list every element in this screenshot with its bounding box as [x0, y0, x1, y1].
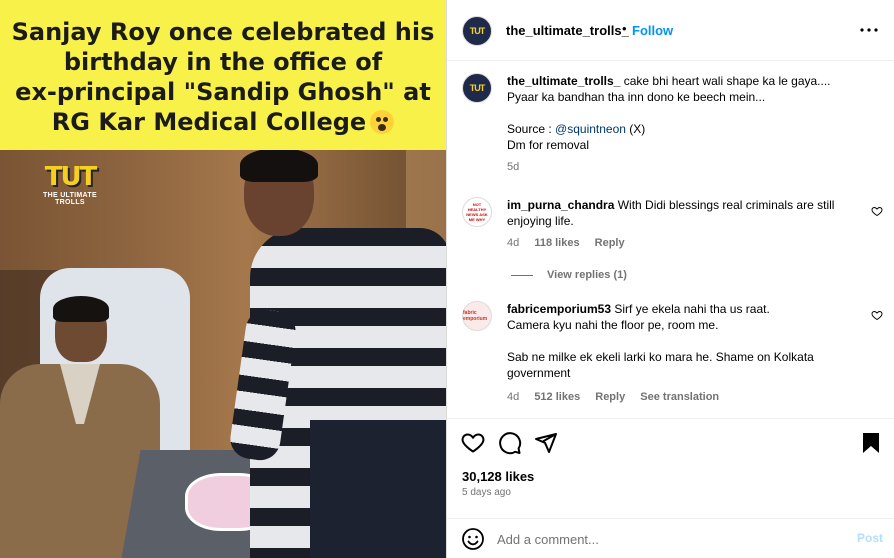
headline-line-2: birthday in the office of — [63, 48, 383, 76]
comment-text-line-2: Camera kyu nahi the floor pe, room me. — [507, 318, 719, 332]
comment-text-line-3: Sab ne milke ek ekeli larki ko mara he. … — [507, 350, 814, 380]
headline-line-3: ex-principal "Sandip Ghosh" at — [15, 78, 431, 106]
watermark-logo: TUT THE ULTIMATE TROLLS — [43, 162, 97, 206]
author-avatar[interactable]: TUT — [462, 16, 492, 46]
comment-username[interactable]: fabricemporium53 — [507, 302, 611, 316]
separator-dot: • — [622, 21, 627, 36]
add-comment-bar: Post — [447, 518, 894, 558]
scream-emoji-icon — [370, 110, 395, 134]
reply-button[interactable]: Reply — [595, 391, 625, 403]
source-handle-link[interactable]: @squintneon — [555, 122, 626, 136]
source-suffix: (X) — [629, 122, 646, 136]
like-heart-icon[interactable] — [461, 431, 485, 455]
see-translation-button[interactable]: See translation — [640, 391, 719, 403]
emoji-icon[interactable] — [461, 527, 485, 551]
like-comment-heart-icon[interactable] — [871, 309, 883, 321]
commenter-avatar[interactable]: NOT HEALTHY NEWS ASK ME WHY — [462, 197, 492, 227]
comment-username[interactable]: im_purna_chandra — [507, 198, 614, 212]
comment-bubble-icon[interactable] — [498, 431, 522, 455]
comment-likes[interactable]: 118 likes — [534, 237, 579, 249]
source-label: Source : — [507, 122, 552, 136]
headline-line-1: Sanjay Roy once celebrated his — [11, 18, 435, 46]
more-options-icon[interactable] — [857, 18, 881, 42]
comment-age[interactable]: 4d — [507, 391, 519, 403]
post-media[interactable]: Sanjay Roy once celebrated his birthday … — [0, 0, 446, 558]
post-date[interactable]: 5 days ago — [462, 487, 511, 498]
comment-text-line-1: Sirf ye ekela nahi tha us raat. — [614, 302, 770, 316]
post-photo: TUT THE ULTIMATE TROLLS — [0, 150, 446, 558]
reply-button[interactable]: Reply — [595, 237, 625, 249]
headline-line-4: RG Kar Medical College — [52, 107, 395, 137]
post-panel: TUT the_ultimate_trolls_ • Follow TUT th… — [446, 0, 894, 558]
share-send-icon[interactable] — [534, 431, 558, 455]
post-actions: 30,128 likes 5 days ago — [447, 418, 894, 518]
post-comment-button[interactable]: Post — [857, 531, 883, 545]
headline-banner: Sanjay Roy once celebrated his birthday … — [0, 0, 446, 150]
view-replies-button[interactable]: View replies (1) — [511, 269, 627, 281]
comments-section[interactable]: TUT the_ultimate_trolls_ cake bhi heart … — [447, 61, 894, 418]
caption-line-1: cake bhi heart wali shape ka le gaya.... — [623, 74, 831, 88]
likes-count[interactable]: 30,128 likes — [462, 469, 534, 484]
post-header: TUT the_ultimate_trolls_ • Follow — [447, 0, 894, 61]
saved-bookmark-icon[interactable] — [859, 431, 883, 455]
caption-line-2: Pyaar ka bandhan tha inn dono ke beech m… — [507, 90, 766, 104]
caption-age[interactable]: 5d — [507, 161, 519, 173]
caption-username[interactable]: the_ultimate_trolls_ — [507, 74, 620, 88]
standing-person — [227, 150, 446, 558]
dm-line: Dm for removal — [507, 138, 590, 152]
comment-likes[interactable]: 512 likes — [534, 391, 580, 403]
like-comment-heart-icon[interactable] — [871, 205, 883, 217]
comment-age[interactable]: 4d — [507, 237, 519, 249]
author-username[interactable]: the_ultimate_trolls_ — [506, 23, 629, 38]
follow-button[interactable]: Follow — [632, 23, 673, 38]
commenter-avatar[interactable]: fabric emporium — [462, 301, 492, 331]
caption-avatar[interactable]: TUT — [462, 73, 492, 103]
add-comment-input[interactable] — [497, 527, 827, 551]
